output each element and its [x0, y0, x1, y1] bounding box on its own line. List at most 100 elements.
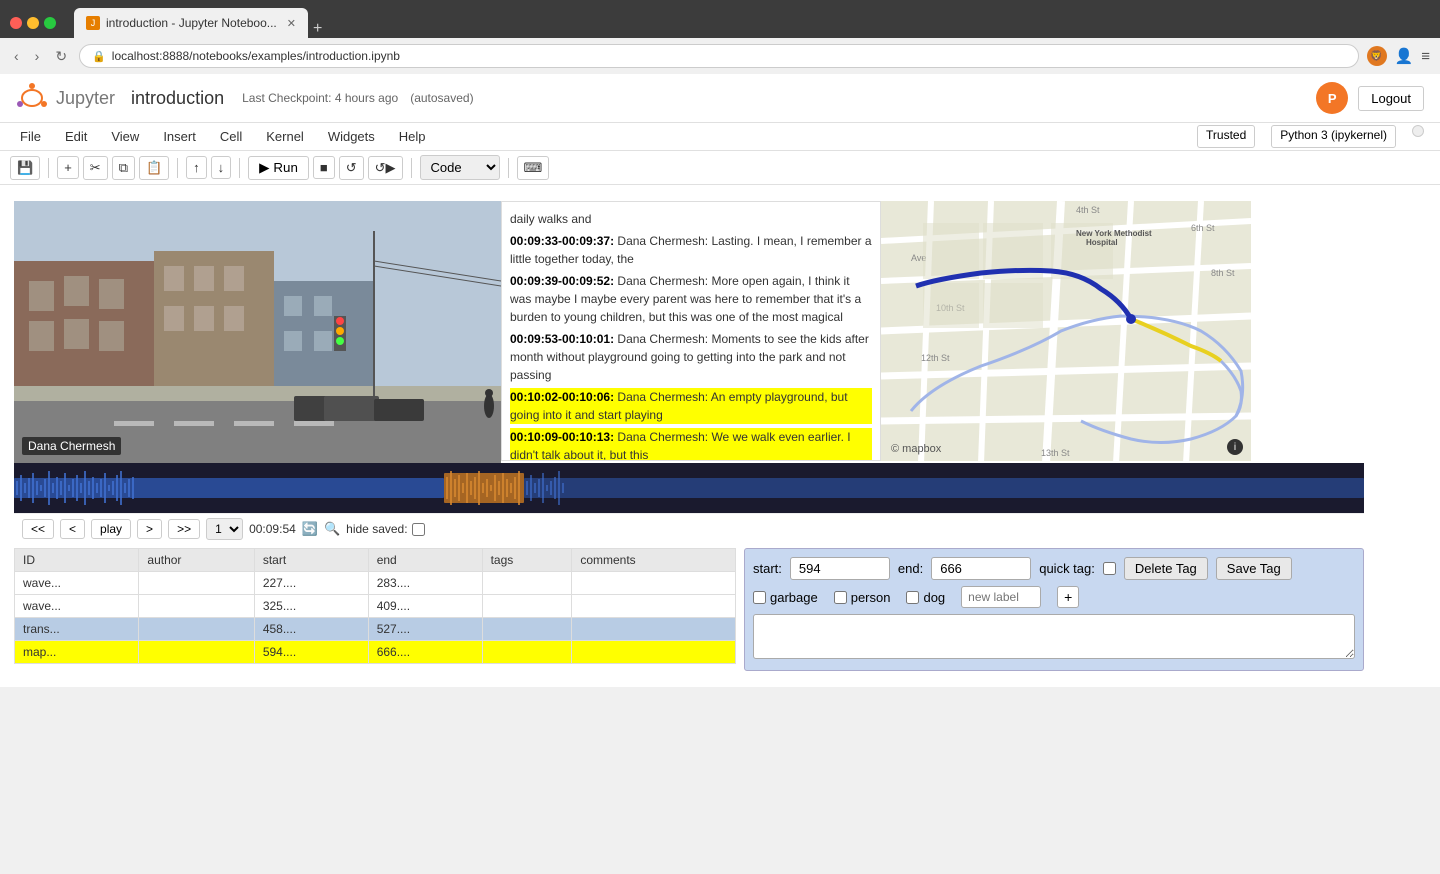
- dog-label[interactable]: dog: [906, 590, 945, 605]
- brave-shield-icon[interactable]: 🦁: [1367, 46, 1387, 66]
- tab-favicon: J: [86, 16, 100, 30]
- toolbar-separator-1: [48, 158, 49, 178]
- waveform-container[interactable]: /* generated in SVG */: [14, 463, 1364, 513]
- traffic-lights: [10, 17, 56, 29]
- menu-edit[interactable]: Edit: [61, 125, 91, 148]
- autosaved-status: (autosaved): [410, 91, 473, 105]
- move-up-button[interactable]: ↑: [186, 156, 207, 179]
- back-button[interactable]: ‹: [10, 46, 23, 66]
- minimize-traffic-light[interactable]: [27, 17, 39, 29]
- time-display: 00:09:54: [249, 522, 296, 536]
- interrupt-button[interactable]: ■: [313, 156, 335, 179]
- new-tab-button[interactable]: +: [313, 20, 322, 38]
- table-row[interactable]: wave... 227.... 283....: [15, 572, 736, 595]
- refresh-button[interactable]: ↻: [51, 46, 71, 67]
- save-tag-button[interactable]: Save Tag: [1216, 557, 1292, 580]
- cell-type-select[interactable]: Code: [420, 155, 500, 180]
- first-button[interactable]: <<: [22, 519, 54, 539]
- comments-textarea[interactable]: [753, 614, 1355, 659]
- cut-cell-button[interactable]: ✂: [83, 156, 108, 180]
- menu-kernel[interactable]: Kernel: [262, 125, 308, 148]
- browser-tab-active[interactable]: J introduction - Jupyter Noteboo... ✕: [74, 8, 308, 38]
- person-label[interactable]: person: [834, 590, 891, 605]
- close-traffic-light[interactable]: [10, 17, 22, 29]
- svg-text:13th St: 13th St: [1041, 448, 1070, 458]
- copy-cell-button[interactable]: ⧉: [112, 156, 135, 180]
- keyboard-shortcut-button[interactable]: ⌨: [517, 156, 550, 180]
- address-bar[interactable]: 🔒 localhost:8888/notebooks/examples/intr…: [79, 44, 1358, 68]
- cell-end: 409....: [368, 595, 482, 618]
- menu-view[interactable]: View: [107, 125, 143, 148]
- garbage-label[interactable]: garbage: [753, 590, 818, 605]
- end-input[interactable]: [931, 557, 1031, 580]
- python-icon: P: [1316, 82, 1348, 114]
- menu-widgets[interactable]: Widgets: [324, 125, 379, 148]
- cell-author: [139, 618, 254, 641]
- security-icon: 🔒: [92, 50, 106, 63]
- tab-close-button[interactable]: ✕: [287, 17, 296, 30]
- dog-checkbox[interactable]: [906, 591, 919, 604]
- run-label: Run: [273, 160, 297, 175]
- cell-comments: [572, 595, 736, 618]
- cell-tags: [482, 595, 572, 618]
- hide-saved-checkbox[interactable]: [412, 523, 425, 536]
- menu-cell[interactable]: Cell: [216, 125, 246, 148]
- table-row-selected[interactable]: map... 594.... 666....: [15, 641, 736, 664]
- svg-text:4th St: 4th St: [1076, 205, 1100, 215]
- cell-start: 325....: [254, 595, 368, 618]
- active-cell: Dana Chermesh daily walks and 00:09:33-0…: [0, 195, 1440, 677]
- search-icon: 🔍: [324, 521, 340, 537]
- restart-button[interactable]: ↺: [339, 156, 364, 180]
- tag-start-end-row: start: end: quick tag: Delete Tag Save T…: [753, 557, 1355, 580]
- delete-tag-button[interactable]: Delete Tag: [1124, 557, 1208, 580]
- maximize-traffic-light[interactable]: [44, 17, 56, 29]
- speed-select[interactable]: 1: [206, 518, 243, 540]
- next-button[interactable]: >: [137, 519, 162, 539]
- add-cell-button[interactable]: +: [57, 156, 79, 179]
- transcript-item-4: 00:09:53-00:10:01: Dana Chermesh: Moment…: [510, 330, 872, 384]
- toolbar-separator-4: [411, 158, 412, 178]
- move-down-button[interactable]: ↓: [211, 156, 232, 179]
- person-checkbox[interactable]: [834, 591, 847, 604]
- forward-button[interactable]: ›: [31, 46, 44, 66]
- kernel-status-icon: [1412, 125, 1424, 137]
- svg-text:6th St: 6th St: [1191, 223, 1215, 233]
- cell-comments: [572, 641, 736, 664]
- cell-tags: [482, 572, 572, 595]
- menu-insert[interactable]: Insert: [159, 125, 200, 148]
- col-header-id: ID: [15, 549, 139, 572]
- add-label-button[interactable]: +: [1057, 586, 1079, 608]
- quick-tag-checkbox[interactable]: [1103, 562, 1116, 575]
- widget-main-layout: Dana Chermesh daily walks and 00:09:33-0…: [14, 201, 1430, 671]
- cell-id: wave...: [15, 595, 139, 618]
- prev-button[interactable]: <: [60, 519, 85, 539]
- trusted-label: Trusted: [1197, 125, 1255, 148]
- cell-start: 594....: [254, 641, 368, 664]
- last-button[interactable]: >>: [168, 519, 200, 539]
- cell-end: 527....: [368, 618, 482, 641]
- map-panel: 4th St 6th St 8th St 10th St 12th St 13t…: [881, 201, 1251, 461]
- transcript-item-6: 00:10:09-00:10:13: Dana Chermesh: We we …: [510, 428, 872, 461]
- paste-cell-button[interactable]: 📋: [139, 156, 169, 180]
- toolbar-separator-2: [177, 158, 178, 178]
- save-button[interactable]: 💾: [10, 156, 40, 180]
- menu-file[interactable]: File: [16, 125, 45, 148]
- table-row[interactable]: trans... 458.... 527....: [15, 618, 736, 641]
- start-input[interactable]: [790, 557, 890, 580]
- restart-run-button[interactable]: ↺▶: [368, 156, 403, 180]
- run-button[interactable]: ▶ Run: [248, 156, 309, 180]
- cell-content-area: Dana Chermesh daily walks and 00:09:33-0…: [4, 197, 1440, 675]
- new-label-input[interactable]: [961, 586, 1041, 608]
- table-row[interactable]: wave... 325.... 409....: [15, 595, 736, 618]
- play-button[interactable]: play: [91, 519, 131, 539]
- logout-button[interactable]: Logout: [1358, 86, 1424, 111]
- transcript-panel[interactable]: daily walks and 00:09:33-00:09:37: Dana …: [501, 201, 881, 461]
- kernel-label: Python 3 (ipykernel): [1271, 125, 1396, 148]
- transcript-item-3: 00:09:39-00:09:52: Dana Chermesh: More o…: [510, 272, 872, 326]
- video-player: Dana Chermesh: [14, 201, 501, 463]
- menu-help[interactable]: Help: [395, 125, 430, 148]
- garbage-checkbox[interactable]: [753, 591, 766, 604]
- browser-nav-bar: ‹ › ↻ 🔒 localhost:8888/notebooks/example…: [0, 38, 1440, 74]
- label-checkboxes-row: garbage person dog: [753, 586, 1355, 608]
- map-info-icon[interactable]: i: [1227, 439, 1243, 455]
